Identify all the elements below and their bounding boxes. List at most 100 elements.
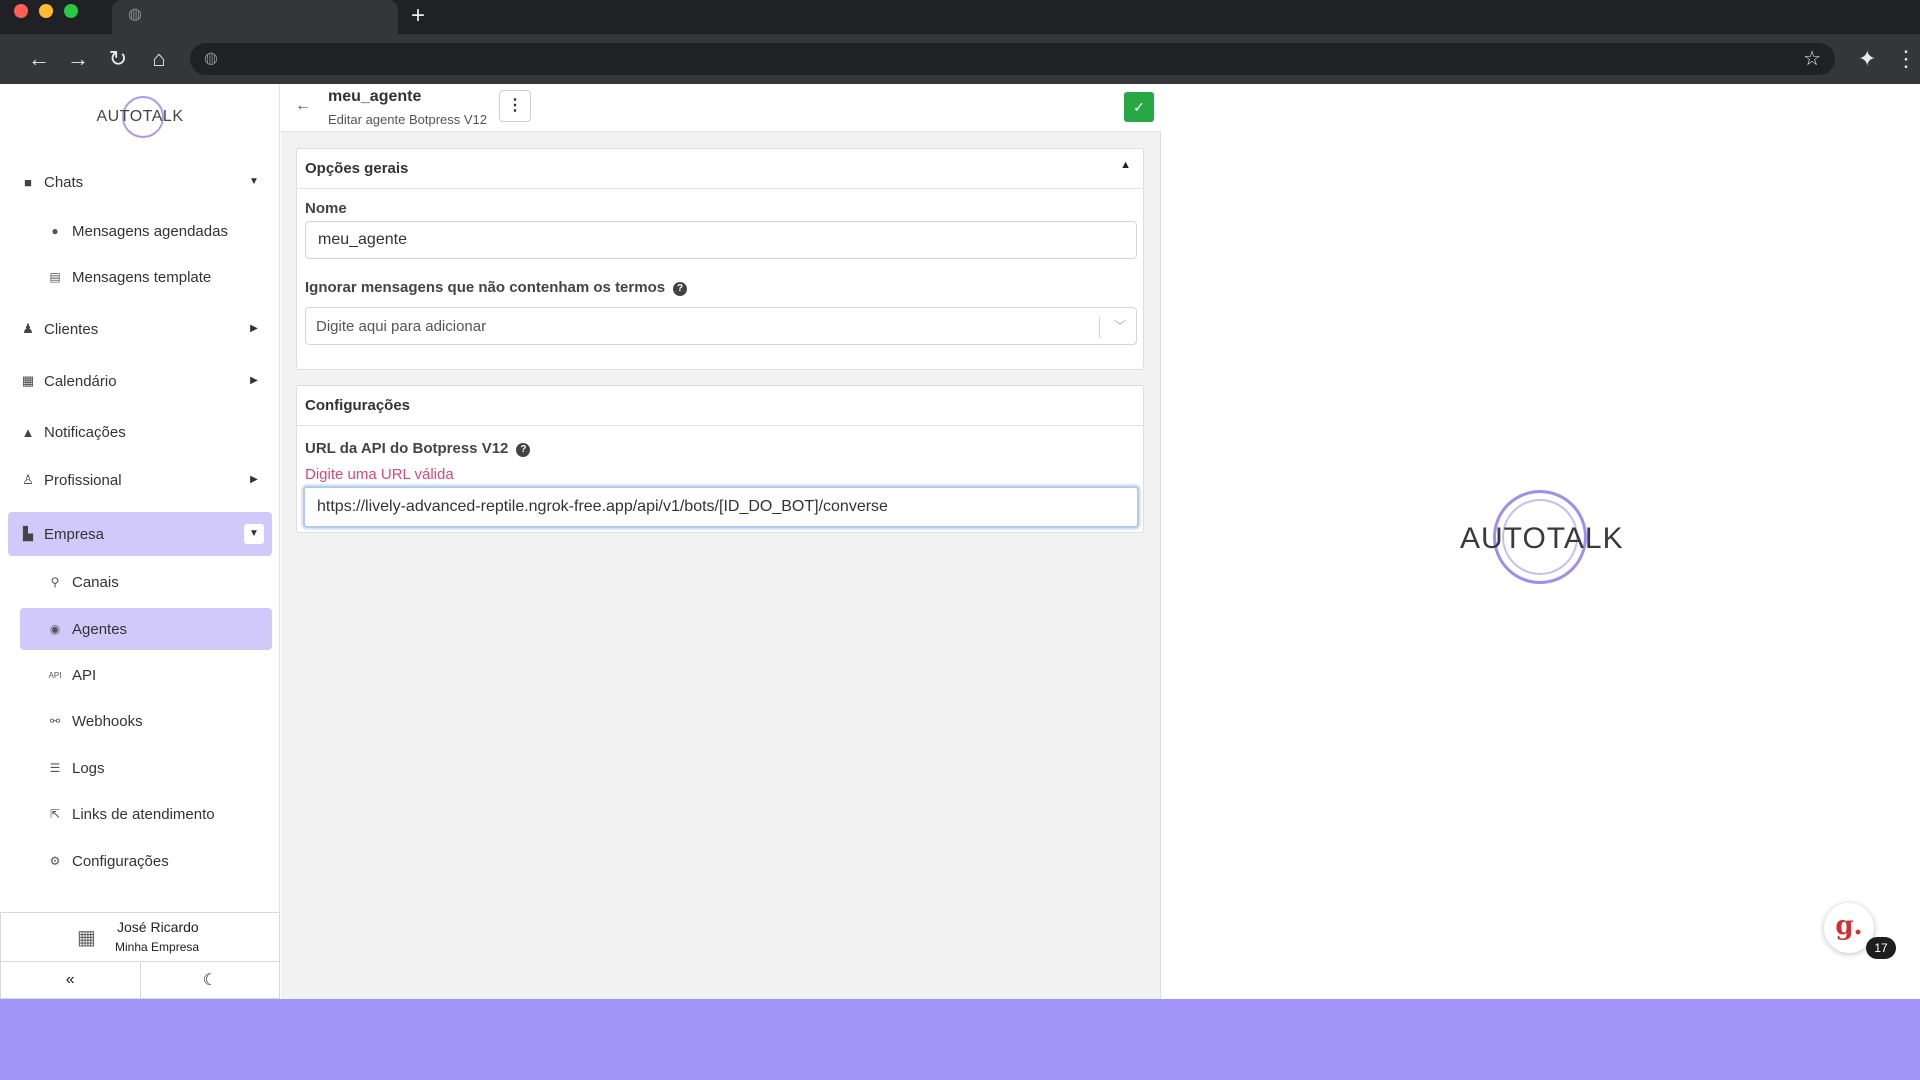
ignore-terms-placeholder: Digite aqui para adicionar (316, 317, 487, 335)
page-subtitle: Editar agente Botpress V12 (328, 112, 487, 127)
url-error-message: Digite uma URL válida (305, 466, 454, 483)
sidebar-item-webhooks[interactable]: ⚯ Webhooks (20, 700, 272, 742)
sidebar-item-label: Webhooks (72, 712, 143, 730)
sidebar-actions: « ☾ (0, 962, 280, 999)
home-icon[interactable]: ⌂ (144, 44, 174, 74)
building-icon: ▙ (23, 526, 33, 541)
sidebar-item-empresa[interactable]: ▙ Empresa ▼ (8, 512, 272, 556)
users-icon: ♟ (22, 321, 34, 336)
list-icon: ☰ (49, 761, 61, 775)
sidebar: AUTOTALK ■ Chats ▼ ● Mensagens agendadas… (0, 84, 280, 999)
globe-icon: ◍ (128, 6, 142, 23)
user-company: Minha Empresa (115, 940, 200, 954)
sidebar-item-api[interactable]: API API (20, 654, 272, 696)
name-label: Nome (305, 200, 347, 217)
ignore-terms-select[interactable]: Digite aqui para adicionar ﹀ (305, 307, 1137, 345)
sidebar-item-logs[interactable]: ☰ Logs (20, 747, 272, 789)
sidebar-item-label: Empresa (44, 525, 105, 543)
sidebar-item-canais[interactable]: ⚲ Canais (20, 561, 272, 603)
select-separator (1099, 316, 1100, 338)
back-icon[interactable]: ← (24, 44, 54, 74)
external-link-icon: ⇱ (49, 807, 61, 821)
sidebar-item-label: Calendário (44, 372, 117, 390)
sidebar-item-label: Configurações (72, 852, 169, 870)
browser-tab-bar: ◍ + (0, 0, 1920, 34)
chevron-right-icon[interactable]: ▶ (244, 470, 264, 490)
double-chevron-left-icon: « (65, 971, 75, 988)
card-title: Configurações (305, 397, 411, 414)
botpress-url-input[interactable]: https://lively-advanced-reptile.ngrok-fr… (303, 486, 1139, 528)
bottom-band (0, 999, 1920, 1080)
sidebar-item-calendario[interactable]: ▦ Calendário ▶ (0, 361, 280, 401)
general-options-header[interactable]: Opções gerais ▲ (297, 149, 1143, 189)
dark-mode-toggle[interactable]: ☾ (139, 962, 280, 998)
clock-icon: ● (51, 224, 59, 238)
logo-text: AUTOTALK (96, 108, 184, 125)
sidebar-item-mensagens-agendadas[interactable]: ● Mensagens agendadas (20, 210, 272, 252)
chevron-down-icon[interactable]: ﹀ (1114, 317, 1126, 334)
moon-icon: ☾ (202, 972, 217, 989)
more-options-button[interactable]: ⋮ (499, 90, 531, 122)
autotalk-logo: AUTOTALK (1460, 488, 1624, 588)
sidebar-item-mensagens-template[interactable]: ▤ Mensagens template (20, 256, 272, 298)
botpress-url-label-text: URL da API do Botpress V12 (305, 440, 509, 457)
chevron-down-icon[interactable]: ▼ (244, 524, 264, 544)
settings-card: Configurações URL da API do Botpress V12… (296, 385, 1144, 533)
sidebar-item-configuracoes[interactable]: ⚙ Configurações (20, 840, 272, 882)
gear-icon: ⚙ (49, 854, 61, 868)
sidebar-item-label: Profissional (44, 471, 122, 489)
chevron-down-icon[interactable]: ▼ (244, 172, 264, 192)
address-bar[interactable]: ◍ ☆ (190, 43, 1835, 75)
sidebar-item-label: Mensagens template (72, 268, 212, 286)
extensions-icon[interactable]: ✦ (1858, 44, 1876, 74)
ignore-terms-label-text: Ignorar mensagens que não contenham os t… (305, 279, 666, 296)
sidebar-item-profissional[interactable]: ♙ Profissional ▶ (0, 460, 280, 500)
save-button[interactable]: ✓ (1124, 92, 1154, 122)
user-tie-icon: ♙ (22, 472, 34, 487)
botpress-url-label: URL da API do Botpress V12? (305, 440, 531, 457)
sidebar-item-label: Chats (44, 173, 84, 191)
vertical-dots-icon: ⋮ (507, 97, 523, 114)
sidebar-item-clientes[interactable]: ♟ Clientes ▶ (0, 309, 280, 349)
menu-icon[interactable]: ⋮ (1895, 44, 1917, 74)
logo-text: AUTOTALK (1460, 522, 1624, 555)
sidebar-item-notificacoes[interactable]: ▲ Notificações (0, 412, 280, 452)
name-input-value: meu_agente (318, 231, 407, 248)
help-icon[interactable]: ? (673, 282, 688, 296)
minimize-window-button[interactable] (39, 4, 53, 18)
webhook-icon: ⚯ (49, 714, 61, 728)
sidebar-item-links-de-atendimento[interactable]: ⇱ Links de atendimento (20, 793, 272, 835)
close-window-button[interactable] (14, 4, 28, 18)
botpress-url-value: https://lively-advanced-reptile.ngrok-fr… (317, 498, 888, 515)
sidebar-item-label: Links de atendimento (72, 805, 215, 823)
sidebar-item-agentes[interactable]: ◉ Agentes (20, 608, 272, 650)
globe-icon: ◍ (204, 50, 218, 67)
page-title: meu_agente (328, 88, 422, 105)
maximize-window-button[interactable] (64, 4, 78, 18)
building-avatar-icon: ▦ (77, 927, 96, 949)
sidebar-item-label: Notificações (44, 423, 126, 441)
chevron-right-icon[interactable]: ▶ (244, 319, 264, 339)
name-input[interactable]: meu_agente (305, 221, 1137, 259)
api-icon: API (48, 670, 62, 680)
chat-icon: ■ (24, 174, 32, 190)
user-profile[interactable]: ▦ José Ricardo Minha Empresa (0, 912, 280, 962)
sidebar-item-chats[interactable]: ■ Chats ▼ (0, 162, 280, 202)
sidebar-item-label: Mensagens agendadas (72, 222, 228, 240)
forward-icon[interactable]: → (63, 44, 93, 74)
general-options-card: Opções gerais ▲ Nome meu_agente Ignorar … (296, 148, 1144, 370)
preview-area: AUTOTALK (1162, 84, 1920, 999)
new-tab-button[interactable]: + (406, 2, 430, 30)
back-arrow-icon[interactable]: ← (295, 96, 315, 116)
chevron-right-icon[interactable]: ▶ (244, 371, 264, 391)
sidebar-logo[interactable]: AUTOTALK (90, 92, 190, 142)
star-icon[interactable]: ☆ (1803, 48, 1821, 70)
robot-icon: ◉ (49, 622, 61, 636)
help-icon[interactable]: ? (516, 443, 531, 457)
collapse-sidebar-button[interactable]: « (1, 962, 140, 998)
reload-icon[interactable]: ↻ (103, 44, 133, 74)
browser-toolbar: ← → ↻ ⌂ ◍ ☆ ✦ ⋮ (0, 34, 1920, 84)
calendar-icon: ▦ (21, 373, 35, 388)
browser-tab[interactable]: ◍ (112, 0, 398, 34)
chevron-up-icon[interactable]: ▲ (1120, 159, 1131, 171)
